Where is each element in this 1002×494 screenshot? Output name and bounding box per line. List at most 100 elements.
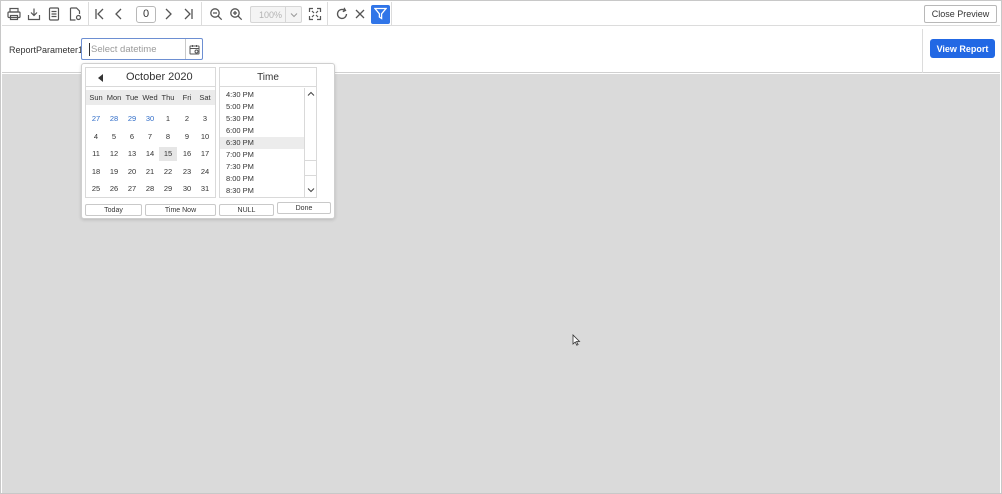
calendar-day[interactable]: 19 [105,165,123,179]
calendar-day[interactable]: 21 [141,165,159,179]
time-option[interactable]: 7:00 PM [220,149,304,161]
calendar-day[interactable]: 13 [123,147,141,161]
toolbar-divider [327,2,328,26]
calendar-day[interactable]: 3 [196,112,214,126]
calendar-day[interactable]: 1 [159,112,177,126]
zoom-in-icon[interactable] [226,4,246,24]
calendar-day[interactable]: 30 [141,112,159,126]
calendar-day[interactable]: 17 [196,147,214,161]
time-option[interactable]: 6:30 PM [220,137,304,149]
filter-button[interactable] [371,5,390,24]
calendar-day[interactable]: 15 [159,147,177,162]
datetime-placeholder: Select datetime [91,44,157,55]
calendar-day[interactable]: 2 [178,112,196,126]
toolbar-divider [391,2,392,26]
month-title[interactable]: October 2020 [126,71,193,83]
time-list[interactable]: 4:30 PM 5:00 PM 5:30 PM 6:00 PM 6:30 PM 7:00 … [220,88,304,197]
calendar-day[interactable]: 27 [123,182,141,196]
weekday-label: Thu [161,93,175,102]
parameter-divider [922,29,923,73]
calendar-day[interactable]: 9 [178,130,196,144]
calendar-day[interactable]: 14 [141,147,159,161]
weekday-label: Wed [142,93,158,102]
page-number-input[interactable]: 0 [136,6,156,23]
calendar-day[interactable]: 12 [105,147,123,161]
weekday-label: Sun [89,93,103,102]
filter-icon [373,7,388,23]
zoom-value: 100% [259,10,283,20]
datetime-popup: October 2020 Sun Mon Tue Wed Thu Fri Sat 27 28 2… [81,63,335,219]
report-viewer-window: 0 100% Close Preview ReportParameter1 Se… [0,0,1002,494]
first-page-icon[interactable] [90,4,110,24]
null-button[interactable]: NULL [219,204,274,216]
weekday-label: Fri [182,93,192,102]
calendar-day[interactable]: 29 [123,112,141,126]
time-option[interactable]: 5:00 PM [220,101,304,113]
calendar-day[interactable]: 26 [105,182,123,196]
calendar-icon[interactable] [185,39,202,59]
calendar-day[interactable]: 4 [87,130,105,144]
time-option[interactable]: 5:30 PM [220,113,304,125]
toolbar-divider [201,2,202,26]
close-preview-button[interactable]: Close Preview [924,5,997,23]
time-option[interactable]: 8:30 PM [220,185,304,197]
view-report-button[interactable]: View Report [930,39,995,58]
time-now-button[interactable]: Time Now [145,204,216,216]
today-button[interactable]: Today [85,204,142,216]
time-option[interactable]: 4:30 PM [220,89,304,101]
calendar-day[interactable]: 7 [141,130,159,144]
weekday-label: Sat [199,93,211,102]
calendar-day[interactable]: 23 [178,165,196,179]
refresh-icon[interactable] [332,4,352,24]
calendar-day[interactable]: 8 [159,130,177,144]
time-option[interactable]: 7:30 PM [220,161,304,173]
calendar-day[interactable]: 28 [105,112,123,126]
calendar-day[interactable]: 25 [87,182,105,196]
page-setup-icon[interactable] [44,4,64,24]
document-settings-icon[interactable] [65,4,85,24]
calendar-day[interactable]: 10 [196,130,214,144]
print-icon[interactable] [4,4,24,24]
calendar-day[interactable]: 6 [123,130,141,144]
datetime-input[interactable]: Select datetime [81,38,203,60]
zoom-out-icon[interactable] [206,4,226,24]
chevron-down-icon[interactable] [285,7,301,22]
calendar-day[interactable]: 22 [159,165,177,179]
calendar-day[interactable]: 24 [196,165,214,179]
time-scrollbar[interactable] [304,88,316,197]
parameter-label: ReportParameter1 [9,45,84,55]
time-option[interactable]: 8:00 PM [220,173,304,185]
time-header: Time [220,68,316,87]
done-button[interactable]: Done [277,202,331,214]
weekday-header-row: Sun Mon Tue Wed Thu Fri Sat [86,90,215,105]
weekday-label: Mon [106,93,122,102]
export-icon[interactable] [24,4,44,24]
calendar-day[interactable]: 11 [87,147,105,161]
calendar-day[interactable]: 5 [105,130,123,144]
scroll-up-icon[interactable] [307,91,315,97]
time-option[interactable]: 6:00 PM [220,125,304,137]
previous-month-icon[interactable] [98,74,103,82]
zoom-select[interactable]: 100% [250,6,302,23]
calendar-day[interactable]: 16 [178,147,196,161]
scrollbar-thumb[interactable] [305,160,316,176]
calendar-day[interactable]: 20 [123,165,141,179]
calendar-day[interactable]: 28 [141,182,159,196]
time-panel: Time 4:30 PM 5:00 PM 5:30 PM 6:00 PM 6:30 PM… [219,67,317,198]
weekday-label: Tue [125,93,139,102]
close-icon[interactable] [350,4,370,24]
toolbar: 0 100% Close Preview [2,2,1000,26]
previous-page-icon[interactable] [109,4,129,24]
calendar-day[interactable]: 18 [87,165,105,179]
next-page-icon[interactable] [158,4,178,24]
toolbar-divider [88,2,89,26]
mouse-cursor-icon [572,334,581,349]
last-page-icon[interactable] [178,4,198,24]
calendar-day[interactable]: 29 [159,182,177,196]
fit-page-icon[interactable] [305,4,325,24]
calendar-panel: October 2020 Sun Mon Tue Wed Thu Fri Sat 27 28 2… [85,67,216,198]
calendar-day[interactable]: 27 [87,112,105,126]
scroll-down-icon[interactable] [307,187,315,193]
calendar-day[interactable]: 31 [196,182,214,196]
calendar-day[interactable]: 30 [178,182,196,196]
